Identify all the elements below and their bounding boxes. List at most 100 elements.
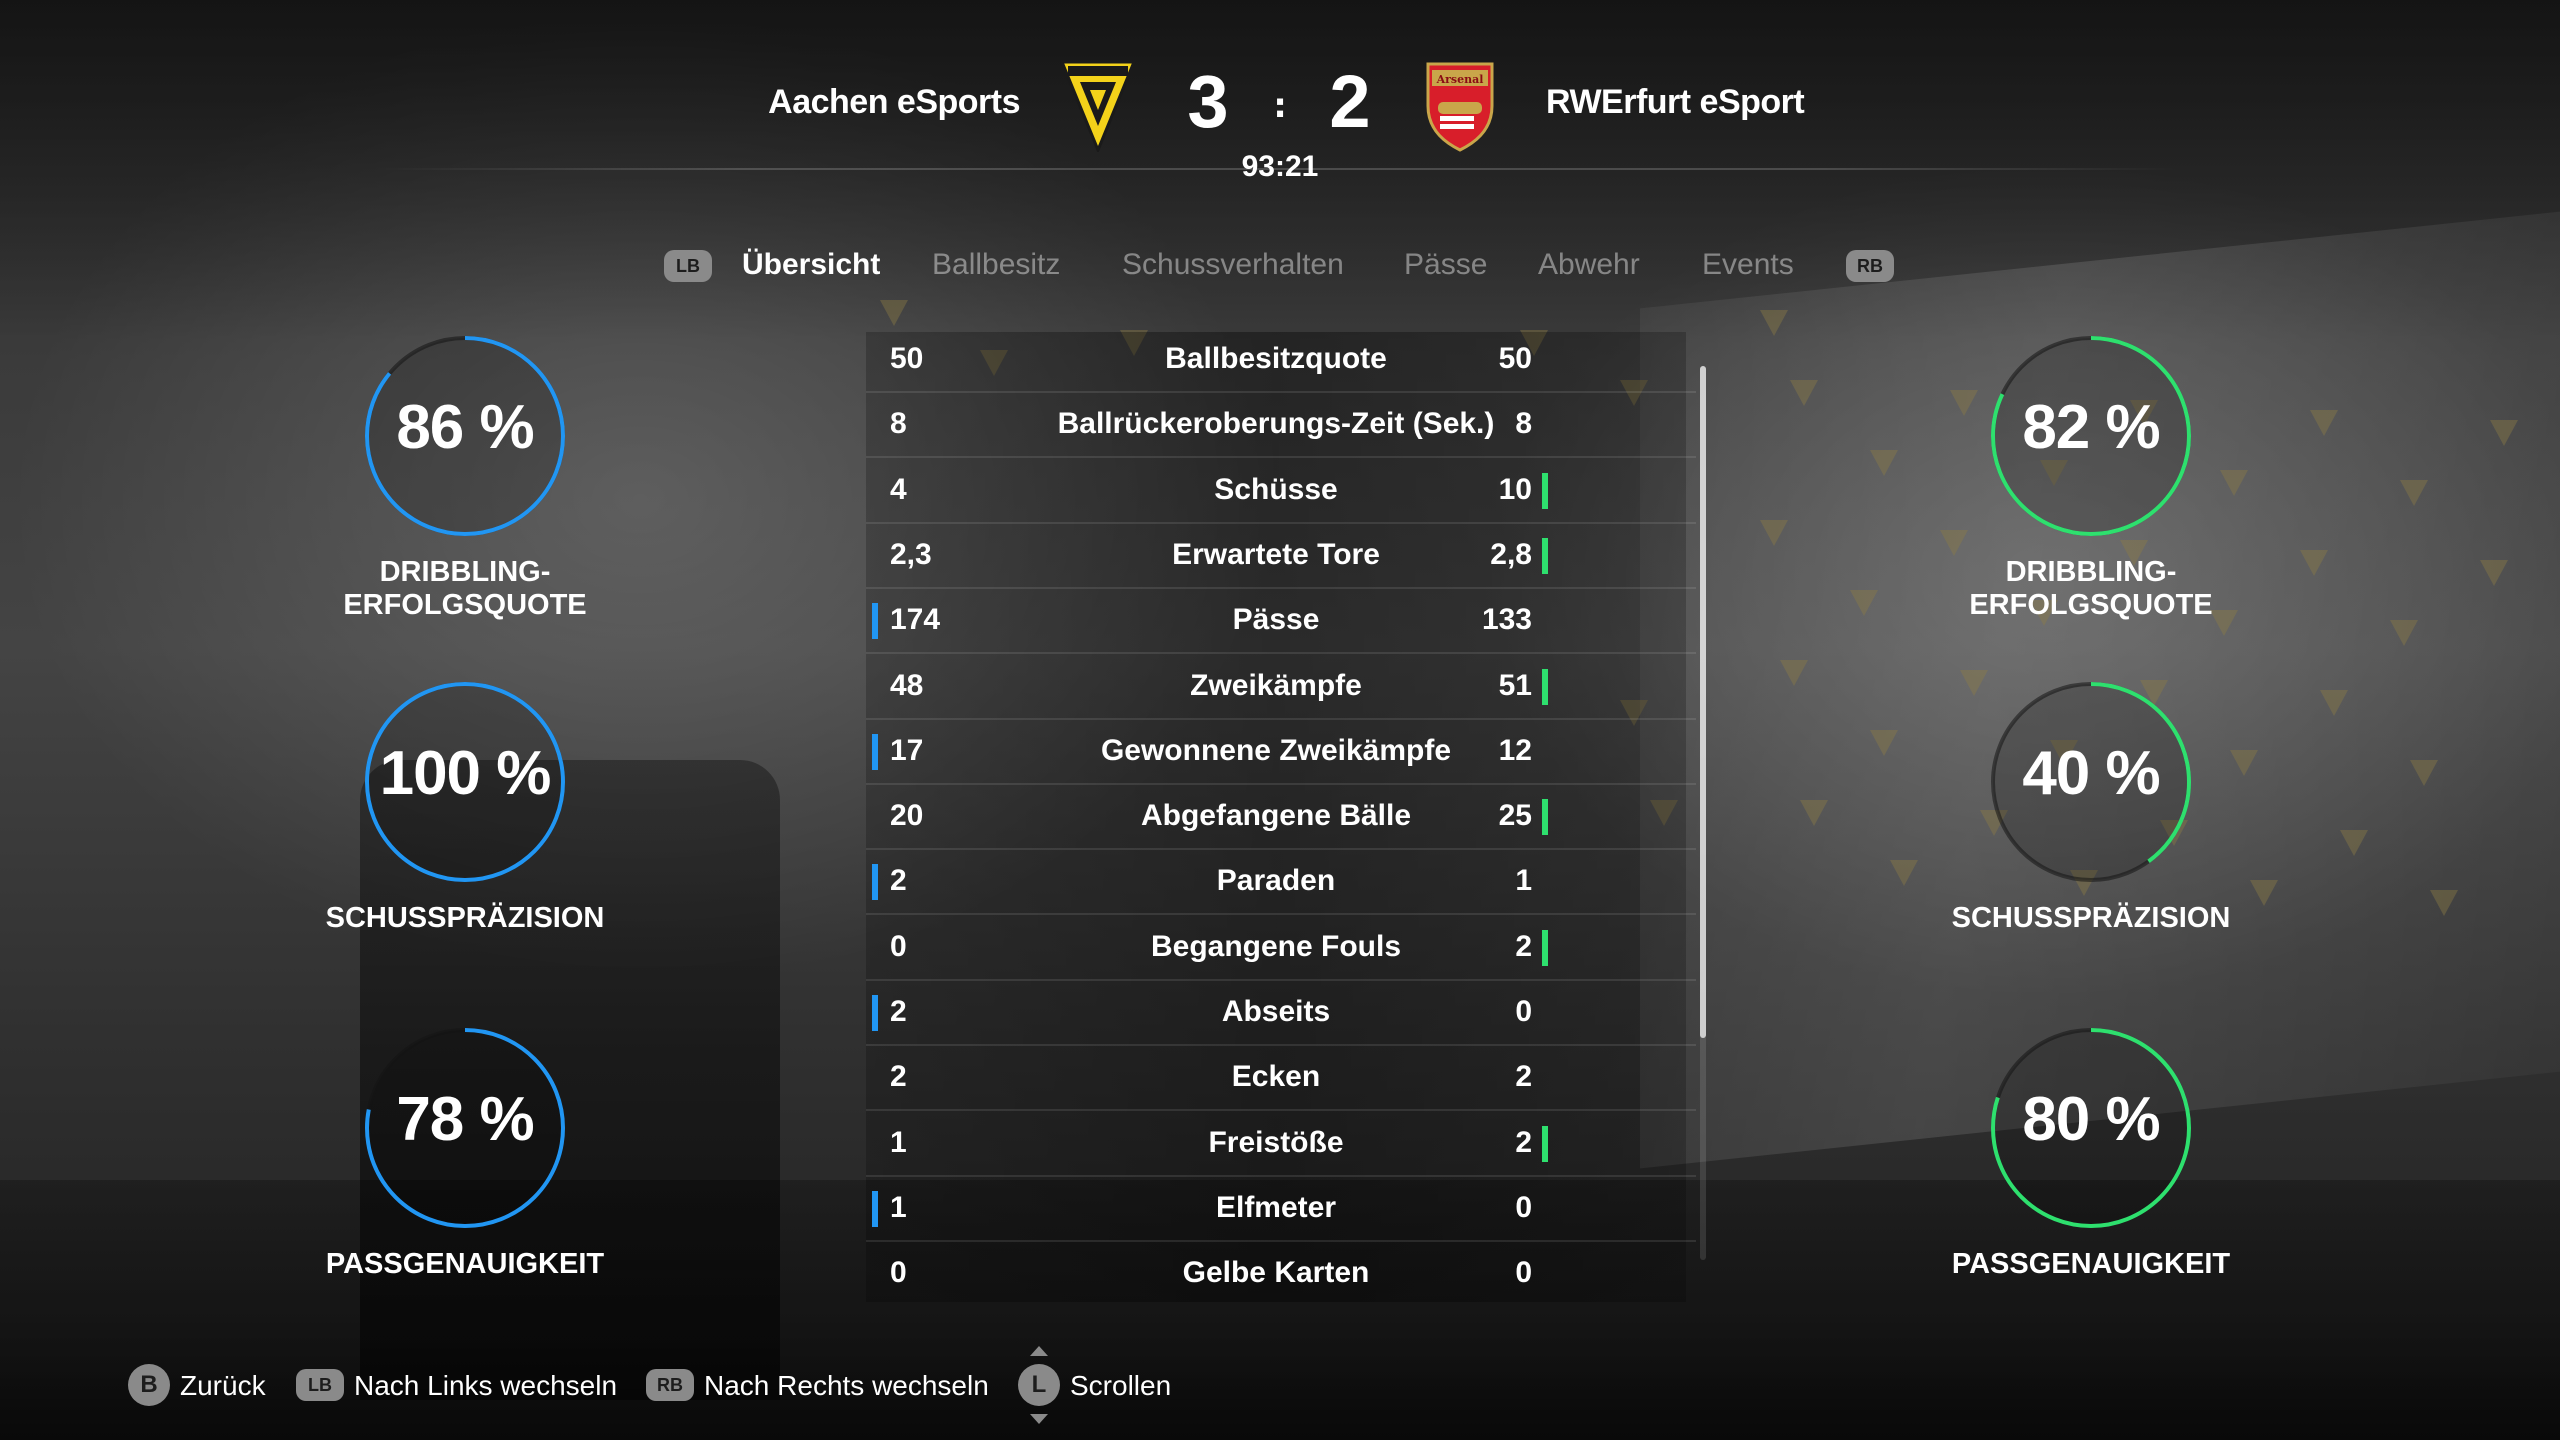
stat-away-value: 133 bbox=[1481, 603, 1532, 637]
stat-away-value: 2 bbox=[1515, 1060, 1532, 1094]
switch-left-label: Nach Links wechseln bbox=[354, 1370, 618, 1401]
gauge-label: DRIBBLING-ERFOLGSQUOTE bbox=[1969, 556, 2213, 621]
away-score: 2 bbox=[1329, 60, 1371, 143]
stat-name: Zweikämpfe bbox=[1190, 668, 1362, 702]
lb-button-icon: LB bbox=[296, 1369, 344, 1401]
stat-name: Abgefangene Bälle bbox=[1140, 799, 1412, 833]
stat-name: Gelbe Karten bbox=[1182, 1256, 1370, 1290]
home-team-crest bbox=[1059, 60, 1137, 154]
gauge-label: SCHUSSPRÄZISION bbox=[325, 902, 605, 934]
stat-name: Schüsse bbox=[1214, 472, 1338, 506]
stat-row: 17 Gewonnene Zweikämpfe 12 bbox=[866, 720, 1696, 785]
back-hint-label: Zurück bbox=[180, 1370, 266, 1401]
wall-pattern-shape bbox=[2400, 480, 2428, 506]
away-crest-lettering: Arsenal bbox=[1436, 73, 1484, 86]
away-gauge-dribbling: 82 % DRIBBLING-ERFOLGSQUOTE bbox=[1891, 334, 2291, 664]
home-team-name: Aachen eSports bbox=[768, 83, 1020, 121]
home-gauge-shot-accuracy: 100 % SCHUSSPRÄZISION bbox=[265, 680, 665, 1010]
stat-row: 2 Abseits 0 bbox=[866, 981, 1696, 1046]
stat-row: 8 Ballrückeroberungs-Zeit (Sek.) 8 bbox=[866, 393, 1696, 459]
gauge-label: PASSGENAUIGKEIT bbox=[1951, 1248, 2231, 1280]
away-team-name: RWErfurt eSport bbox=[1546, 83, 1805, 121]
stat-away-value: 10 bbox=[1498, 472, 1532, 506]
stat-row: 4 Schüsse 10 bbox=[866, 459, 1696, 524]
away-gauge-pass-accuracy: 80 % PASSGENAUIGKEIT bbox=[1891, 1026, 2291, 1356]
wall-pattern-shape bbox=[2410, 760, 2438, 786]
tab-events[interactable]: Events bbox=[1702, 248, 1794, 282]
scroll-down-arrow-icon bbox=[1030, 1414, 1048, 1424]
wall-pattern-shape bbox=[2320, 690, 2348, 716]
l-stick-icon: L bbox=[1018, 1364, 1060, 1406]
wall-pattern-shape bbox=[2430, 890, 2458, 916]
wall-pattern-shape bbox=[1780, 660, 1808, 686]
wall-pattern-shape bbox=[1800, 800, 1828, 826]
stat-row: 1 Freistöße 2 bbox=[866, 1112, 1696, 1177]
stat-row: 48 Zweikämpfe 51 bbox=[866, 655, 1696, 720]
gauge-label: PASSGENAUIGKEIT bbox=[325, 1248, 605, 1280]
stat-name: Paraden bbox=[1216, 864, 1336, 898]
gauge-value: 80 % bbox=[2022, 1085, 2160, 1154]
stat-row: 20 Abgefangene Bälle 25 bbox=[866, 785, 1696, 851]
stats-scrollbar-thumb[interactable] bbox=[1700, 366, 1706, 1038]
gauge-value: 40 % bbox=[2022, 739, 2160, 808]
wall-pattern-shape bbox=[2480, 560, 2508, 586]
switch-right-label: Nach Rechts wechseln bbox=[704, 1370, 989, 1401]
wall-pattern-shape bbox=[1760, 520, 1788, 546]
stat-away-value: 8 bbox=[1515, 407, 1532, 441]
stat-away-value: 2,8 bbox=[1490, 537, 1532, 571]
home-gauge-dribbling: 86 % DRIBBLING-ERFOLGSQUOTE bbox=[265, 334, 665, 664]
wall-pattern-shape bbox=[2310, 410, 2338, 436]
stat-name: Ballbesitzquote bbox=[1165, 342, 1387, 375]
stat-name: Pässe bbox=[1232, 603, 1320, 637]
stat-name: Erwartete Tore bbox=[1172, 537, 1380, 571]
stat-name: Gewonnene Zweikämpfe bbox=[1100, 733, 1452, 767]
stat-row: 174 Pässe 133 bbox=[866, 589, 1696, 655]
stat-name: Freistöße bbox=[1208, 1125, 1344, 1159]
gauge-value: 86 % bbox=[396, 393, 534, 462]
b-button-icon: B bbox=[128, 1364, 170, 1406]
gauge-value: 78 % bbox=[396, 1085, 534, 1154]
gauge-value: 82 % bbox=[2022, 393, 2160, 462]
scroll-hint-label: Scrollen bbox=[1070, 1370, 1172, 1401]
stat-row: 0 Begangene Fouls 2 bbox=[866, 916, 1696, 981]
away-gauge-shot-accuracy: 40 % SCHUSSPRÄZISION bbox=[1891, 680, 2291, 1010]
wall-pattern-shape bbox=[2340, 830, 2368, 856]
stat-row: 50 Ballbesitzquote 50 bbox=[866, 328, 1696, 393]
rb-button-icon: RB bbox=[646, 1369, 694, 1401]
stat-away-value: 1 bbox=[1515, 864, 1532, 898]
stat-row: 2 Ecken 2 bbox=[866, 1046, 1696, 1112]
stat-name: Ballrückeroberungs-Zeit (Sek.) bbox=[1057, 407, 1495, 441]
match-clock: 93:21 bbox=[1241, 150, 1319, 183]
tab-passing[interactable]: Pässe bbox=[1404, 248, 1487, 282]
stat-row: 2 Paraden 1 bbox=[866, 850, 1696, 916]
gauge-value: 100 % bbox=[379, 739, 552, 808]
wall-pattern-shape bbox=[2390, 620, 2418, 646]
tab-shooting[interactable]: Schussverhalten bbox=[1122, 248, 1344, 282]
away-team-crest: Arsenal bbox=[1422, 60, 1498, 152]
scroll-up-arrow-icon bbox=[1030, 1346, 1048, 1356]
stat-away-value: 12 bbox=[1498, 733, 1532, 767]
wall-pattern-shape bbox=[880, 300, 908, 326]
rb-bumper-button[interactable]: RB bbox=[1846, 250, 1894, 282]
stat-away-value: 50 bbox=[1498, 342, 1532, 375]
home-score: 3 bbox=[1187, 60, 1229, 143]
stat-away-value: 2 bbox=[1515, 1125, 1532, 1159]
stat-away-value: 51 bbox=[1498, 668, 1532, 702]
wall-pattern-shape bbox=[2300, 550, 2328, 576]
stat-row: 0 Gelbe Karten 0 bbox=[866, 1242, 1686, 1306]
lb-bumper-button[interactable]: LB bbox=[664, 250, 712, 282]
stat-name: Abseits bbox=[1221, 995, 1331, 1028]
gauge-label: SCHUSSPRÄZISION bbox=[1951, 902, 2231, 934]
stat-name: Elfmeter bbox=[1215, 1190, 1337, 1224]
stat-row: 1 Elfmeter 0 bbox=[866, 1177, 1696, 1242]
wall-pattern-shape bbox=[1760, 310, 1788, 336]
tab-defence[interactable]: Abwehr bbox=[1538, 248, 1640, 282]
wall-pattern-shape bbox=[1850, 590, 1878, 616]
wall-pattern-shape bbox=[1790, 380, 1818, 406]
stat-away-value: 0 bbox=[1515, 995, 1532, 1028]
tab-possession[interactable]: Ballbesitz bbox=[932, 248, 1060, 282]
tab-overview[interactable]: Übersicht bbox=[742, 248, 880, 282]
stat-away-value: 0 bbox=[1515, 1256, 1532, 1290]
home-gauge-pass-accuracy: 78 % PASSGENAUIGKEIT bbox=[265, 1026, 665, 1356]
stat-name: Begangene Fouls bbox=[1150, 929, 1402, 963]
